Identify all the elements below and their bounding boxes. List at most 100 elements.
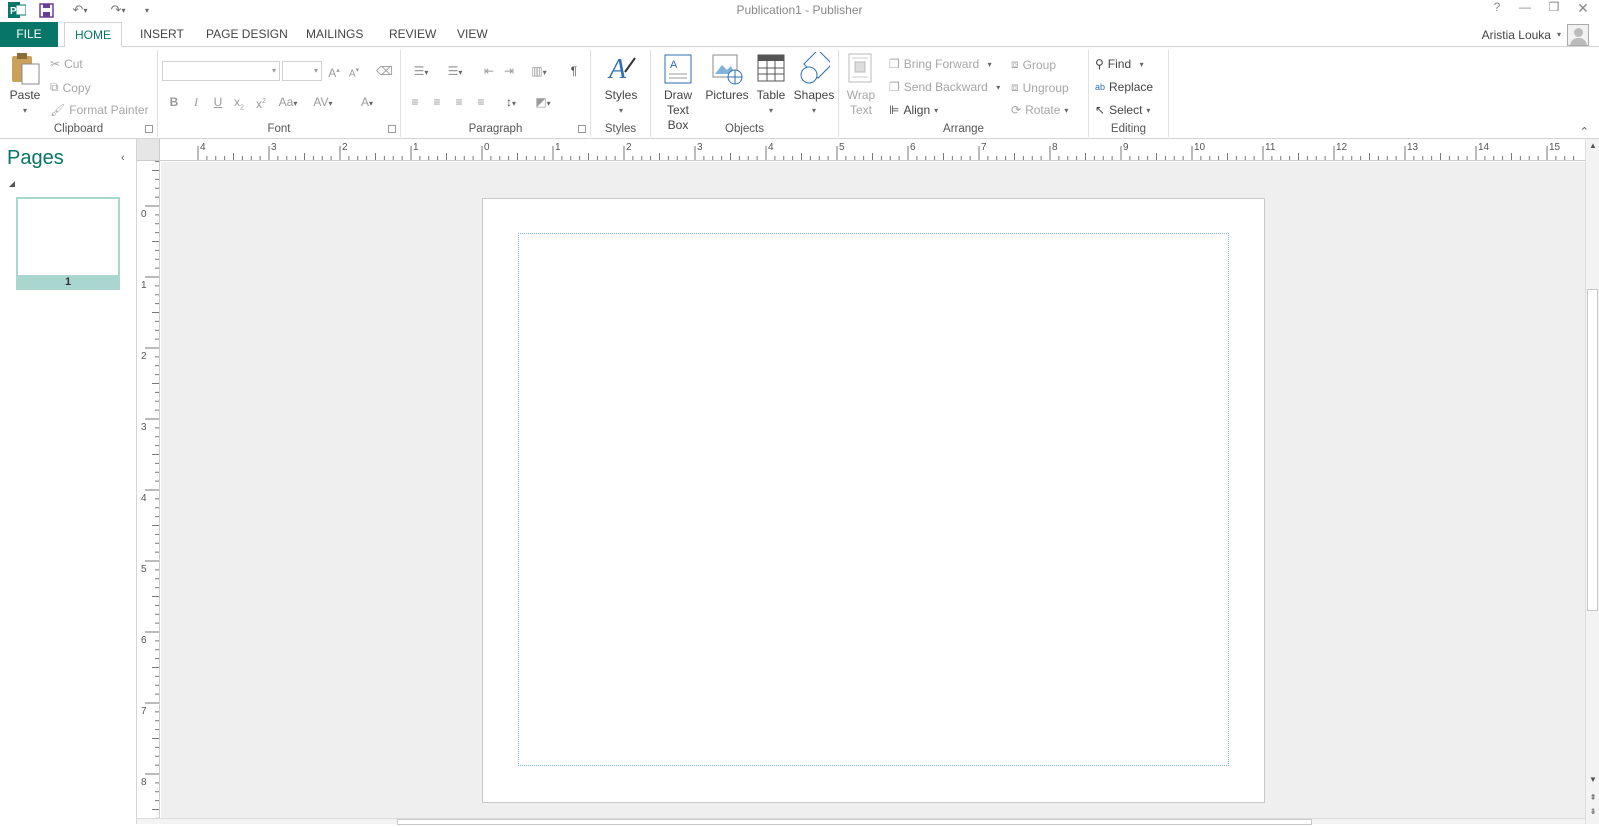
- tab-home[interactable]: HOME: [64, 22, 122, 48]
- user-name: Aristia Louka: [1481, 27, 1551, 42]
- tab-page-design[interactable]: PAGE DESIGN: [196, 22, 298, 47]
- shading-icon[interactable]: ◩▾: [529, 94, 557, 110]
- select-button[interactable]: ↖ Select ▾: [1095, 103, 1150, 117]
- chevron-down-icon: ▾: [983, 59, 992, 69]
- arrange-group: Wrap Text ❐ Bring Forward ▾ ❐ Send Backwar…: [839, 50, 1089, 137]
- table-label: Table: [756, 88, 786, 102]
- font-dialog-launcher-icon[interactable]: [388, 125, 396, 133]
- scissors-icon: ✂: [50, 57, 61, 71]
- italic-icon[interactable]: I: [188, 94, 204, 110]
- shapes-button[interactable]: Shapes ▾: [791, 49, 837, 118]
- character-spacing-icon[interactable]: AV▾: [310, 94, 336, 110]
- rotate-button[interactable]: ⟳ Rotate ▾: [1011, 103, 1068, 117]
- table-button[interactable]: Table ▾: [751, 52, 791, 118]
- clipboard-group: Paste ▾ ✂ Cut ⧉ Copy 🖌 Format Painter Clipb…: [0, 50, 158, 137]
- restore-icon[interactable]: ❐: [1543, 0, 1565, 18]
- draw-text-box-button[interactable]: A Draw Text Box: [655, 52, 701, 133]
- bold-icon[interactable]: B: [166, 94, 182, 110]
- paste-button[interactable]: Paste ▾: [6, 52, 44, 118]
- minimize-icon[interactable]: —: [1514, 0, 1536, 18]
- ruler-label: 0: [141, 209, 147, 220]
- grow-font-icon[interactable]: A▴: [326, 63, 342, 80]
- show-paragraph-marks-icon[interactable]: ¶: [566, 63, 582, 79]
- horizontal-ruler[interactable]: 4 3 2 1 0 1 2 3 4 5 6 7 8 9 10 11 12 13 14 15: [160, 139, 1585, 161]
- subscript-icon[interactable]: x2: [231, 94, 247, 111]
- collapse-ribbon-icon[interactable]: ⌃: [1580, 125, 1589, 138]
- tab-insert[interactable]: INSERT: [130, 22, 194, 47]
- increase-indent-icon[interactable]: ⇥: [501, 63, 517, 79]
- cut-button[interactable]: ✂ Cut: [50, 57, 83, 71]
- shapes-chevron-icon: ▾: [811, 106, 816, 115]
- ruler-label: 2: [141, 351, 147, 362]
- ruler-label: 2: [626, 142, 632, 153]
- scroll-up-icon[interactable]: ▲: [1586, 141, 1599, 150]
- pictures-button[interactable]: Pictures: [703, 52, 751, 103]
- ungroup-label: Ungroup: [1022, 80, 1069, 95]
- align-right-icon[interactable]: ≡: [451, 94, 467, 110]
- section-expand-icon[interactable]: [9, 181, 15, 187]
- send-backward-button[interactable]: ❐ Send Backward ▾: [889, 80, 1000, 94]
- pictures-icon: [711, 52, 743, 85]
- decrease-indent-icon[interactable]: ⇤: [481, 63, 497, 79]
- collapse-pane-icon[interactable]: ‹: [121, 152, 125, 164]
- tab-view[interactable]: VIEW: [447, 22, 498, 47]
- underline-icon[interactable]: U: [210, 94, 226, 110]
- vertical-scrollbar[interactable]: ▲ ▼ ⇞ ⇟: [1585, 139, 1599, 824]
- shrink-font-icon[interactable]: A▾: [346, 63, 362, 79]
- clipboard-dialog-launcher-icon[interactable]: [145, 125, 153, 133]
- send-backward-label: Send Backward: [903, 80, 988, 94]
- tab-file[interactable]: FILE: [0, 22, 58, 47]
- format-painter-button[interactable]: 🖌 Format Painter: [50, 103, 149, 117]
- chevron-down-icon: ▾: [1146, 105, 1151, 115]
- next-page-icon[interactable]: ⇟: [1586, 807, 1599, 816]
- paragraph-dialog-launcher-icon[interactable]: [578, 125, 586, 133]
- horizontal-scroll-thumb[interactable]: [397, 819, 1312, 825]
- font-color-icon[interactable]: A▾: [354, 94, 380, 110]
- vertical-ruler[interactable]: 0 1 2 3 4 5 6 7 8: [137, 161, 160, 824]
- change-case-icon[interactable]: Aa▾: [275, 94, 301, 110]
- replace-button[interactable]: ab Replace: [1095, 80, 1153, 94]
- ruler-label: 8: [141, 777, 147, 788]
- scroll-down-icon[interactable]: ▼: [1586, 775, 1599, 784]
- bring-forward-button[interactable]: ❐ Bring Forward ▾: [889, 57, 992, 71]
- ruler-label: 1: [555, 142, 561, 153]
- table-icon: [755, 52, 787, 84]
- align-button[interactable]: ⊫ Align ▾: [889, 103, 938, 117]
- wrap-text-icon: [845, 52, 877, 84]
- group-button[interactable]: ⧈ Group: [1011, 57, 1056, 72]
- ungroup-button[interactable]: ⧈ Ungroup: [1011, 80, 1069, 95]
- line-spacing-icon[interactable]: ↕▾: [497, 94, 525, 110]
- text-box-icon: A: [662, 52, 694, 84]
- columns-icon[interactable]: ▥▾: [525, 63, 553, 79]
- numbering-icon[interactable]: ☰▾: [441, 63, 469, 79]
- wrap-text-button[interactable]: Wrap Text: [843, 52, 879, 118]
- copy-button[interactable]: ⧉ Copy: [50, 80, 91, 95]
- font-name-dropdown[interactable]: ▾: [162, 61, 280, 81]
- pages-pane: Pages ‹ 1: [0, 139, 137, 824]
- tab-mailings[interactable]: MAILINGS: [296, 22, 373, 47]
- page-thumbnail[interactable]: 1: [16, 197, 120, 290]
- bullets-icon[interactable]: ☰▾: [407, 63, 435, 79]
- title-bar: P ↶ ▾ ↷ ▾ ▾ Publication1 - Publisher ? — ❐…: [0, 0, 1599, 22]
- font-size-dropdown[interactable]: ▾: [282, 61, 322, 81]
- user-account[interactable]: Aristia Louka ▾: [1482, 22, 1589, 47]
- ruler-label: 5: [839, 142, 845, 153]
- align-left-icon[interactable]: ≡: [407, 94, 423, 110]
- justify-icon[interactable]: ≡: [473, 94, 489, 110]
- window-title: Publication1 - Publisher: [736, 3, 863, 17]
- previous-page-icon[interactable]: ⇞: [1586, 793, 1599, 802]
- paste-chevron-icon: ▾: [22, 106, 27, 115]
- close-icon[interactable]: ✕: [1572, 0, 1594, 18]
- ruler-label: 12: [1336, 142, 1348, 153]
- vertical-scroll-thumb[interactable]: [1587, 289, 1598, 611]
- horizontal-scrollbar[interactable]: [137, 818, 1585, 825]
- arrange-group-label: Arrange: [943, 123, 984, 135]
- tab-review[interactable]: REVIEW: [379, 22, 446, 47]
- align-center-icon[interactable]: ≡: [429, 94, 445, 110]
- draw-text-box-label-1: Draw: [663, 88, 692, 102]
- superscript-icon[interactable]: x2: [253, 94, 269, 111]
- help-icon[interactable]: ?: [1486, 0, 1508, 18]
- clear-formatting-icon[interactable]: ⌫: [376, 63, 393, 79]
- find-button[interactable]: ⚲ Find ▾: [1095, 57, 1144, 71]
- styles-button[interactable]: A Styles ▾: [597, 52, 645, 118]
